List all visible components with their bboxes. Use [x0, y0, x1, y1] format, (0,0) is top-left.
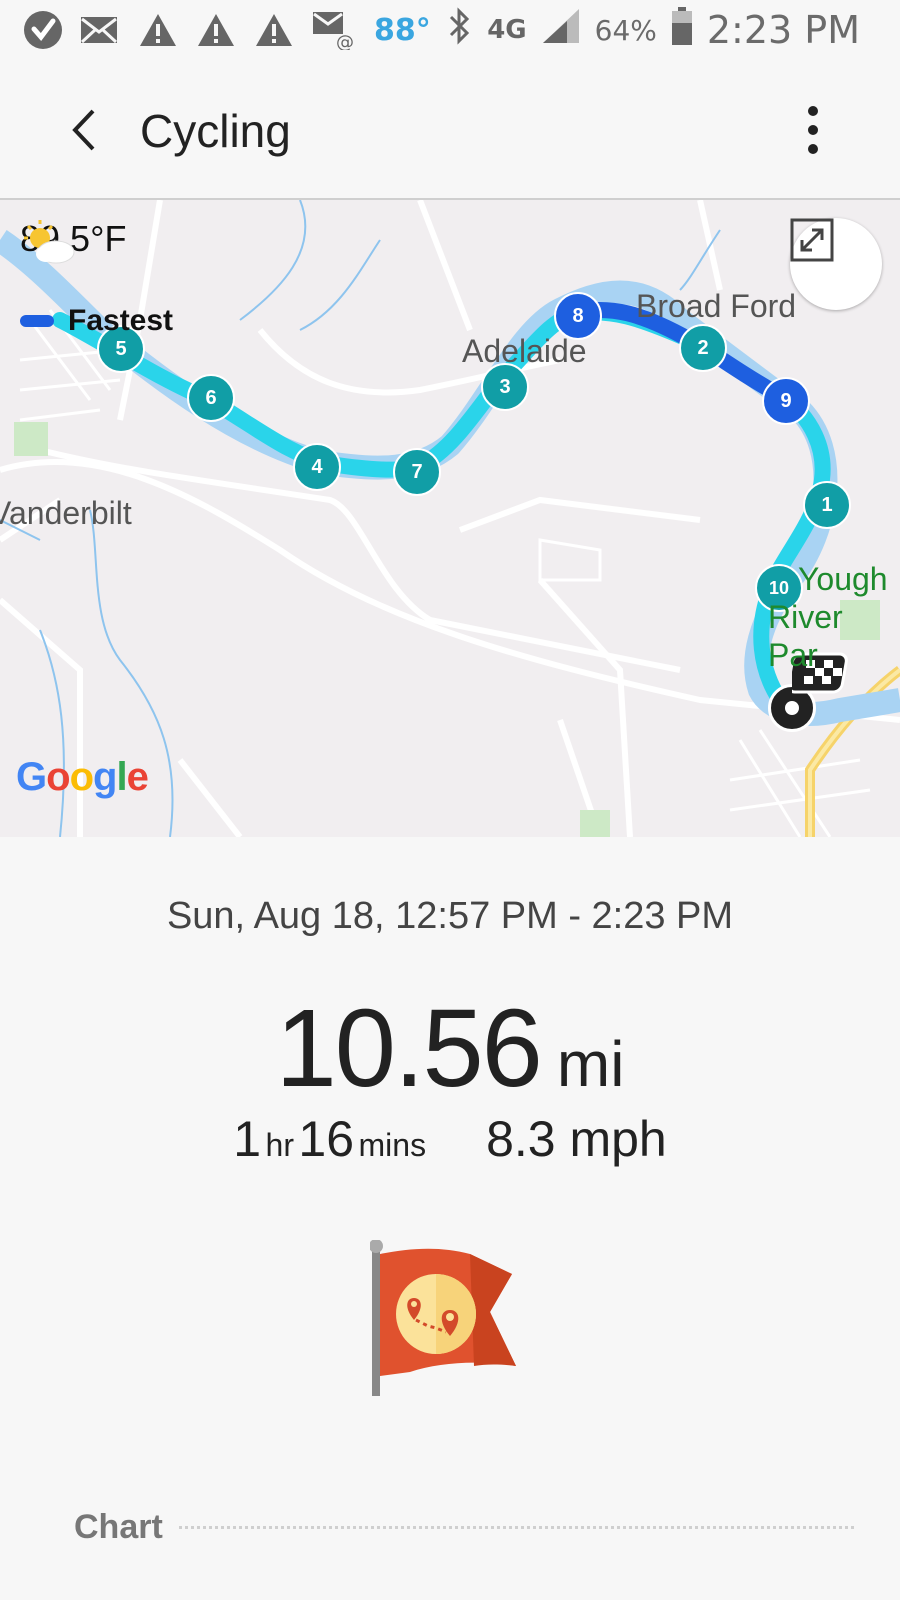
weather-info: 89.5°F	[20, 218, 126, 264]
verizon-check-icon	[22, 10, 80, 50]
more-dot-icon	[808, 125, 818, 135]
fastest-swatch	[20, 315, 54, 327]
google-logo-letter: g	[93, 755, 117, 799]
expand-icon	[790, 218, 834, 262]
partly-cloudy-icon	[24, 220, 75, 264]
duration-minutes-unit: mins	[358, 1127, 427, 1163]
route-marker-1[interactable]: 1	[803, 481, 851, 529]
battery-percent: 64%	[594, 13, 657, 47]
workout-date-range: Sun, Aug 18, 12:57 PM - 2:23 PM	[166, 895, 734, 937]
place-label-yough-park: Yough River Par	[768, 560, 900, 674]
more-options-button[interactable]	[798, 102, 828, 158]
status-time: 2:23 PM	[706, 8, 860, 52]
more-dot-icon	[808, 106, 818, 116]
route-marker-7[interactable]: 7	[393, 448, 441, 496]
route-flag-badge-icon[interactable]	[369, 1239, 530, 1400]
alert-icon	[196, 10, 254, 50]
average-speed: 8.3 mph	[486, 1111, 667, 1167]
place-label-yough-line2: River Par	[768, 599, 843, 673]
network-4g-icon: 4G	[487, 15, 527, 45]
legend-label-fastest: Fastest	[68, 304, 174, 337]
route-marker-9[interactable]: 9	[762, 377, 810, 425]
more-dot-icon	[808, 144, 818, 154]
svg-text:@: @	[336, 32, 354, 50]
chart-section-header: Chart	[74, 1508, 854, 1547]
distance-unit: mi	[556, 1028, 625, 1100]
back-arrow-icon	[72, 109, 95, 151]
alert-icon	[254, 10, 312, 50]
route-map[interactable]: 1 2 3 4 5 6 7 8 9 10 Broad Ford Adelaide…	[0, 200, 900, 837]
status-bar: @ 88° 4G 64% 2:23 PM	[0, 0, 900, 62]
expand-map-button[interactable]	[790, 218, 882, 310]
battery-icon	[671, 6, 693, 54]
mail-icon	[80, 10, 138, 50]
app-bar: Cycling	[0, 62, 900, 200]
duration-hours: 1	[233, 1111, 262, 1167]
google-logo-letter: o	[69, 755, 94, 799]
bluetooth-icon	[447, 6, 473, 54]
google-logo-letter: e	[126, 755, 149, 799]
google-logo-letter: G	[16, 755, 47, 799]
route-marker-2[interactable]: 2	[679, 324, 727, 372]
section-divider	[178, 1526, 854, 1529]
status-icons-right: 4G 64% 2:23 PM	[447, 6, 860, 54]
google-logo: Google	[16, 755, 149, 800]
place-label-vanderbilt: Vanderbilt	[0, 495, 132, 531]
status-icons-left: @ 88°	[22, 10, 431, 50]
alert-icon	[138, 10, 196, 50]
distance-summary: 10.56 mi	[0, 985, 900, 1112]
google-logo-letter: l	[116, 755, 127, 799]
google-logo-letter: o	[46, 755, 70, 799]
place-label-yough-line1: Yough	[798, 561, 888, 597]
page-title: Cycling	[140, 105, 291, 157]
mail-at-icon: @	[312, 10, 370, 50]
duration-minutes: 16	[298, 1111, 355, 1167]
duration: 1 hr 16 mins	[233, 1110, 426, 1168]
route-legend: Fastest	[20, 304, 173, 338]
chart-section-label: Chart	[74, 1508, 163, 1546]
status-temperature: 88°	[374, 12, 431, 48]
workout-stats: 1 hr 16 mins 8.3 mph	[0, 1110, 900, 1168]
route-marker-6[interactable]: 6	[187, 374, 235, 422]
back-button[interactable]	[56, 102, 112, 158]
signal-icon	[541, 7, 581, 53]
duration-hours-unit: hr	[265, 1127, 294, 1163]
distance-value: 10.56	[275, 987, 543, 1110]
route-marker-3[interactable]: 3	[481, 363, 529, 411]
route-marker-4[interactable]: 4	[293, 443, 341, 491]
place-label-adelaide: Adelaide	[462, 333, 587, 369]
place-label-broad-ford: Broad Ford	[636, 288, 797, 324]
